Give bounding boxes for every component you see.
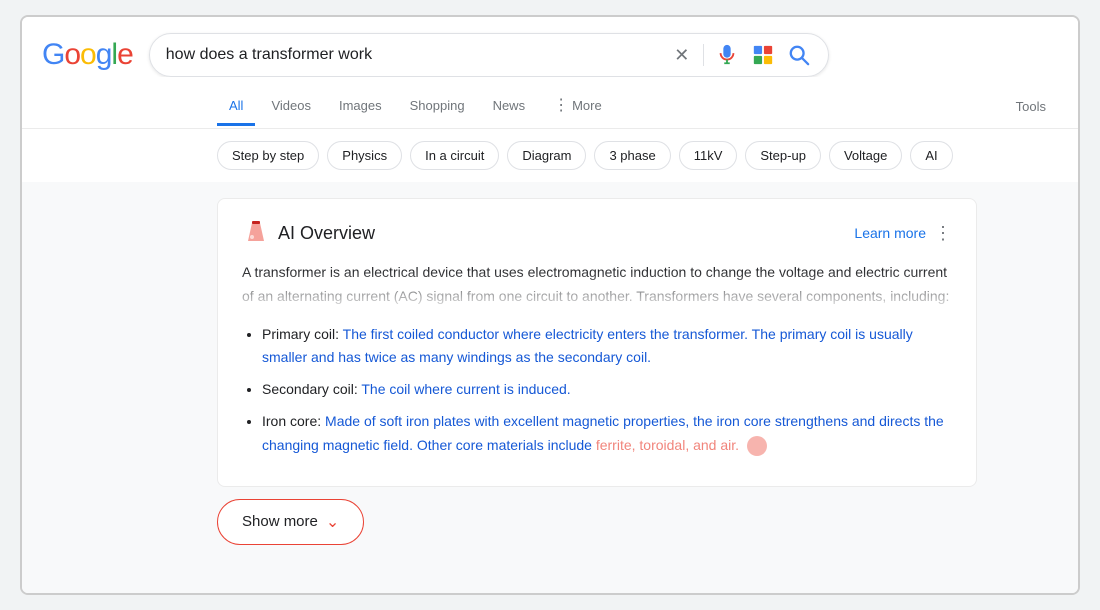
ai-overview-header: AI Overview Learn more ⋮ [242, 219, 952, 247]
tab-shopping[interactable]: Shopping [398, 88, 477, 126]
bullet-term-3: Iron core: [262, 413, 321, 429]
nav-tabs: All Videos Images Shopping News ⋮ More T… [22, 77, 1078, 129]
chip-step-up[interactable]: Step-up [745, 141, 821, 170]
logo-letter-e: e [117, 38, 133, 71]
tab-more[interactable]: ⋮ More [541, 85, 614, 128]
ai-overview-title: AI Overview [278, 223, 375, 244]
logo-letter-o2: o [80, 38, 96, 71]
more-dots-icon: ⋮ [553, 95, 569, 115]
ai-overview-body: A transformer is an electrical device th… [242, 261, 952, 309]
google-logo[interactable]: Google [42, 38, 133, 72]
ai-overview-card: AI Overview Learn more ⋮ A transformer i… [217, 198, 977, 487]
lens-icon [752, 44, 774, 66]
microphone-icon [716, 44, 738, 66]
tab-news[interactable]: News [481, 88, 538, 126]
voice-search-button[interactable] [714, 42, 740, 68]
fade-circle-icon [747, 436, 767, 456]
chip-physics[interactable]: Physics [327, 141, 402, 170]
lens-search-button[interactable] [750, 42, 776, 68]
header: Google ✕ [22, 17, 1078, 77]
bullet-desc-2: The coil where current is induced. [361, 381, 570, 397]
search-input[interactable] [166, 46, 661, 64]
search-icon-group: ✕ [671, 42, 812, 68]
logo-letter-g: G [42, 38, 64, 71]
chip-3-phase[interactable]: 3 phase [594, 141, 670, 170]
chip-diagram[interactable]: Diagram [507, 141, 586, 170]
icon-divider [703, 44, 704, 66]
ai-bullet-list: Primary coil: The first coiled conductor… [242, 323, 952, 458]
bullet-term-1: Primary coil: [262, 326, 339, 342]
flask-icon [242, 219, 270, 247]
ai-intro-text: A transformer is an electrical device th… [242, 261, 952, 309]
search-button[interactable] [786, 42, 812, 68]
bullet-desc-3b: ferrite, toroidal, and air. [596, 437, 739, 453]
search-icon [788, 44, 810, 66]
logo-letter-o1: o [64, 38, 80, 71]
chip-voltage[interactable]: Voltage [829, 141, 902, 170]
list-item: Secondary coil: The coil where current i… [262, 378, 952, 402]
show-more-button[interactable]: Show more ⌄ [217, 499, 364, 545]
list-item: Primary coil: The first coiled conductor… [262, 323, 952, 371]
search-bar: ✕ [149, 33, 829, 77]
ai-more-options-icon[interactable]: ⋮ [934, 223, 952, 244]
clear-icon: ✕ [673, 46, 691, 64]
tab-videos[interactable]: Videos [259, 88, 323, 126]
bullet-desc-1: The first coiled conductor where electri… [262, 326, 913, 366]
main-window: Google ✕ [20, 15, 1080, 595]
chip-step-by-step[interactable]: Step by step [217, 141, 319, 170]
suggestion-chips: Step by step Physics In a circuit Diagra… [22, 129, 1078, 182]
ai-overview-actions: Learn more ⋮ [854, 223, 952, 244]
chip-11kv[interactable]: 11kV [679, 141, 738, 170]
main-content: AI Overview Learn more ⋮ A transformer i… [22, 182, 1078, 593]
tools-button[interactable]: Tools [1004, 89, 1058, 124]
show-more-label: Show more [242, 513, 318, 530]
chevron-down-icon: ⌄ [326, 512, 339, 532]
chip-ai[interactable]: AI [910, 141, 952, 170]
list-item: Iron core: Made of soft iron plates with… [262, 410, 952, 458]
bullet-term-2: Secondary coil: [262, 381, 358, 397]
logo-letter-g2: g [96, 38, 112, 71]
chip-in-a-circuit[interactable]: In a circuit [410, 141, 499, 170]
clear-button[interactable]: ✕ [671, 44, 693, 66]
tab-all[interactable]: All [217, 88, 255, 126]
ai-overview-title-row: AI Overview [242, 219, 375, 247]
learn-more-link[interactable]: Learn more [854, 225, 926, 241]
tab-images[interactable]: Images [327, 88, 394, 126]
